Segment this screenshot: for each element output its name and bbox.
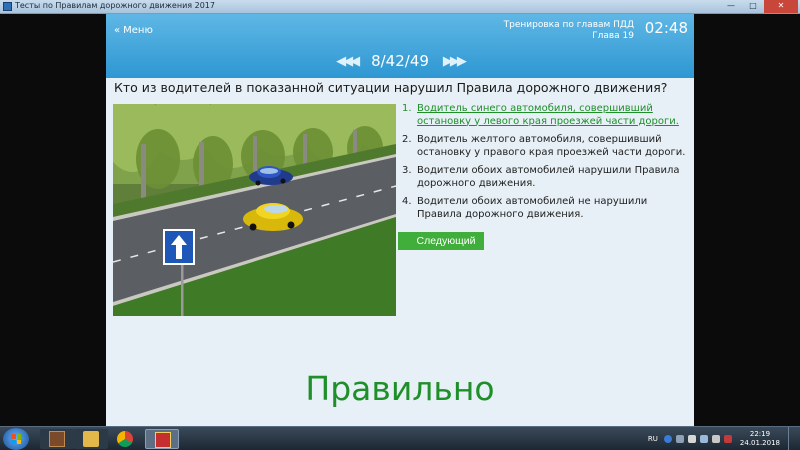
help-icon[interactable] <box>663 435 672 443</box>
tray-arrow-icon[interactable] <box>675 435 684 443</box>
taskbar: RU 22:19 24.01.2018 <box>0 426 800 450</box>
close-button[interactable]: ✕ <box>764 0 798 13</box>
screen: Тесты по Правилам дорожного движения 201… <box>0 0 800 450</box>
system-tray: RU 22:19 24.01.2018 <box>648 427 796 450</box>
answer-text: Водитель синего автомобиля, совершивший … <box>417 103 679 127</box>
answer-text: Водитель желтого автомобиля, совершивший… <box>417 134 686 158</box>
traffic-scene-illustration <box>113 104 396 316</box>
taskbar-pdd-tests-app[interactable] <box>145 429 179 449</box>
window-title: Тесты по Правилам дорожного движения 201… <box>15 1 215 10</box>
clock-date: 24.01.2018 <box>739 439 780 447</box>
answer-number: 3. <box>402 165 412 176</box>
pdd-app-icon <box>155 432 171 448</box>
header-bar: « Меню Тренировка по главам ПДД Глава 19… <box>106 14 694 78</box>
taskbar-game-app[interactable] <box>40 429 74 449</box>
answer-option-1[interactable]: 1. Водитель синего автомобиля, совершивш… <box>402 103 687 128</box>
double-chevron-left-icon: « <box>114 24 121 36</box>
show-desktop-button[interactable] <box>788 427 796 450</box>
flag-icon[interactable] <box>687 435 696 443</box>
answer-option-4[interactable]: 4. Водители обоих автомобилей не нарушил… <box>402 196 687 221</box>
app-panel: « Меню Тренировка по главам ПДД Глава 19… <box>106 14 694 426</box>
menu-label: Меню <box>123 24 153 36</box>
window-controls: — □ ✕ <box>720 0 798 13</box>
prev-question-arrow-icon[interactable]: ◀◀◀ <box>336 54 360 69</box>
answer-option-3[interactable]: 3. Водители обоих автомобилей нарушили П… <box>402 165 687 190</box>
taskbar-chrome[interactable] <box>108 429 142 449</box>
answer-number: 2. <box>402 134 412 145</box>
answer-number: 1. <box>402 103 412 114</box>
question-text: Кто из водителей в показанной ситуации н… <box>114 80 668 95</box>
timer: 02:48 <box>644 19 688 37</box>
network-icon[interactable] <box>699 435 708 443</box>
training-mode-label: Тренировка по главам ПДД <box>503 20 634 30</box>
answer-option-2[interactable]: 2. Водитель желтого автомобиля, совершив… <box>402 134 687 159</box>
next-question-button[interactable]: Следующий <box>398 232 484 250</box>
clock-time: 22:19 <box>749 430 771 438</box>
game-app-icon <box>49 431 65 447</box>
menu-button[interactable]: « Меню <box>114 22 153 38</box>
chapter-label: Глава 19 <box>592 31 634 41</box>
result-message: Правильно <box>305 369 495 408</box>
next-question-arrow-icon[interactable]: ▶▶▶ <box>443 54 467 69</box>
minimize-button[interactable]: — <box>720 0 742 13</box>
question-pager: ◀◀◀ 8/42/49 ▶▶▶ <box>106 50 694 72</box>
windows-logo-icon <box>11 434 21 444</box>
folder-icon <box>83 431 99 447</box>
answer-number: 4. <box>402 196 412 207</box>
answer-options: 1. Водитель синего автомобиля, совершивш… <box>402 103 687 227</box>
answer-text: Водители обоих автомобилей нарушили Прав… <box>417 165 680 189</box>
question-counter: 8/42/49 <box>371 52 429 70</box>
answer-text: Водители обоих автомобилей не нарушили П… <box>417 196 648 220</box>
taskbar-explorer[interactable] <box>74 429 108 449</box>
app-icon <box>3 2 12 11</box>
window-title-bar[interactable]: Тесты по Правилам дорожного движения 201… <box>0 0 800 14</box>
language-indicator[interactable]: RU <box>648 435 658 443</box>
training-mode-info: Тренировка по главам ПДД Глава 19 <box>504 20 634 42</box>
chrome-icon <box>117 431 133 447</box>
antivirus-icon[interactable] <box>723 435 732 443</box>
start-button[interactable] <box>3 428 29 450</box>
traffic-scene-image <box>113 104 396 316</box>
volume-icon[interactable] <box>711 435 720 443</box>
maximize-button[interactable]: □ <box>742 0 764 13</box>
clock[interactable]: 22:19 24.01.2018 <box>740 430 780 448</box>
